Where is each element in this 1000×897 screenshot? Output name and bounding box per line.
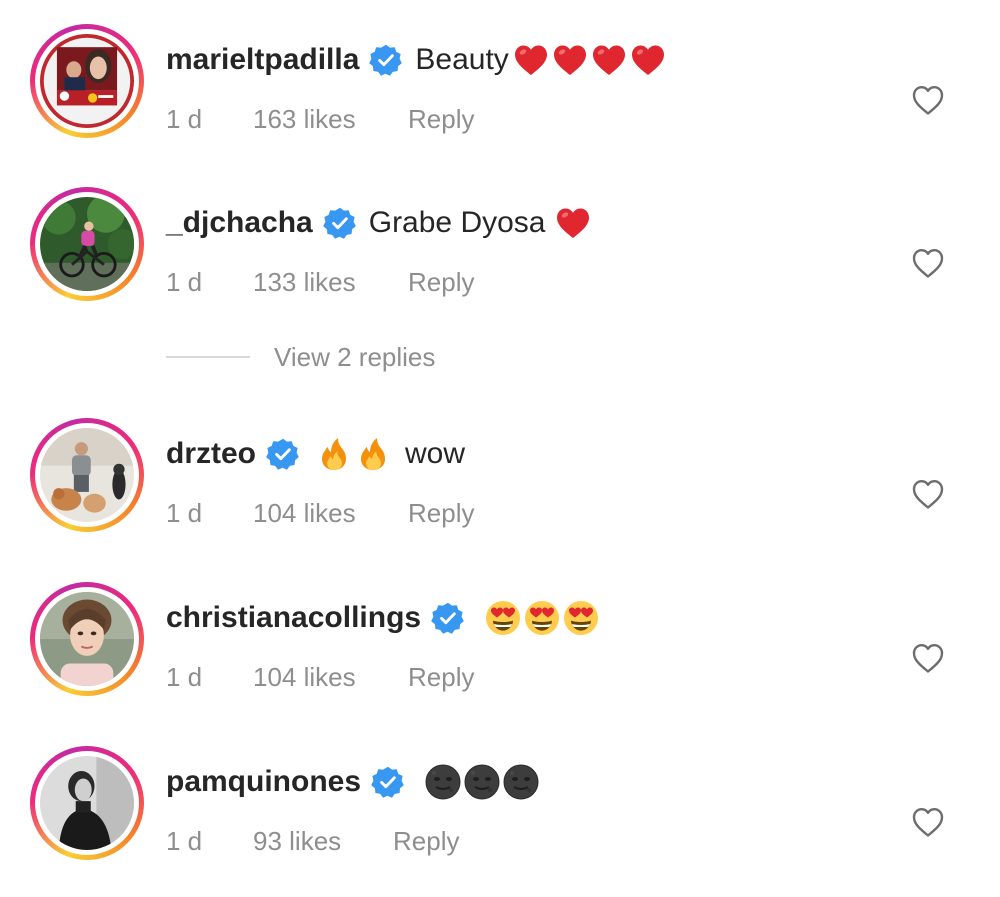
comment-username[interactable]: drzteo — [166, 436, 256, 472]
avatar[interactable] — [30, 24, 144, 138]
avatar[interactable] — [30, 746, 144, 860]
comment-text: Beauty — [415, 43, 509, 76]
fire-icon — [316, 436, 352, 472]
comment: marieltpadilla Beauty 1 d 163 likes Repl… — [0, 24, 1000, 154]
verified-badge-icon — [431, 601, 465, 635]
red-heart-icon — [513, 42, 549, 78]
comment: christianacollings 1 d 104 likes Reply — [0, 582, 1000, 712]
comment: drzteo wow 1 d 104 likes Reply — [0, 418, 1000, 548]
comment-likes[interactable]: 163 likes — [253, 104, 356, 134]
avatar-image — [40, 428, 134, 522]
reply-button[interactable]: Reply — [408, 104, 474, 134]
comment: _djchacha Grabe Dyosa 1 d 133 likes Repl… — [0, 187, 1000, 317]
comment-likes[interactable]: 104 likes — [253, 662, 356, 692]
comment-text: Grabe Dyosa — [368, 206, 546, 239]
avatar[interactable] — [30, 418, 144, 532]
comment-time: 1 d — [166, 826, 203, 856]
comment-username[interactable]: pamquinones — [166, 764, 361, 800]
heart-eyes-icon — [563, 600, 599, 636]
comment: pamquinones 1 d 93 likes Reply — [0, 746, 1000, 876]
new-moon-face-icon — [464, 764, 500, 800]
avatar[interactable] — [30, 582, 144, 696]
comment-emojis — [513, 42, 666, 78]
verified-badge-icon — [371, 765, 405, 799]
verified-badge-icon — [322, 206, 357, 240]
reply-button[interactable]: Reply — [408, 267, 474, 297]
avatar-image — [40, 756, 134, 850]
comment-list: marieltpadilla Beauty 1 d 163 likes Repl… — [0, 0, 1000, 897]
like-heart-icon[interactable] — [911, 806, 945, 838]
comment-time: 1 d — [166, 104, 203, 134]
comment-username[interactable]: _djchacha — [166, 205, 313, 241]
avatar-image — [40, 592, 134, 686]
reply-button[interactable]: Reply — [408, 662, 474, 692]
comment-time: 1 d — [166, 267, 203, 297]
comment-emojis — [425, 764, 539, 800]
comment-likes[interactable]: 133 likes — [253, 267, 356, 297]
like-heart-icon[interactable] — [911, 642, 945, 674]
comment-text: wow — [405, 437, 466, 470]
comment-likes[interactable]: 104 likes — [253, 498, 356, 528]
fire-icon — [355, 436, 391, 472]
reply-button[interactable]: Reply — [393, 826, 459, 856]
comment-likes[interactable]: 93 likes — [253, 826, 341, 856]
heart-eyes-icon — [485, 600, 521, 636]
comment-username[interactable]: marieltpadilla — [166, 42, 359, 78]
like-heart-icon[interactable] — [911, 247, 945, 279]
comment-time: 1 d — [166, 662, 203, 692]
verified-badge-icon — [369, 43, 403, 77]
like-heart-icon[interactable] — [911, 84, 945, 116]
heart-eyes-icon — [524, 600, 560, 636]
reply-button[interactable]: Reply — [408, 498, 474, 528]
view-replies-label: View 2 replies — [274, 341, 436, 372]
red-heart-icon — [555, 205, 591, 241]
red-heart-icon — [552, 42, 588, 78]
avatar-image — [40, 197, 134, 291]
red-heart-icon — [630, 42, 666, 78]
avatar-image — [40, 34, 134, 128]
view-replies-button[interactable]: View 2 replies — [166, 340, 435, 374]
red-heart-icon — [591, 42, 627, 78]
verified-badge-icon — [266, 437, 300, 471]
divider-line — [166, 356, 250, 358]
new-moon-face-icon — [425, 764, 461, 800]
comment-emojis — [316, 436, 391, 472]
avatar[interactable] — [30, 187, 144, 301]
comment-emojis — [485, 600, 599, 636]
comment-emojis — [555, 205, 591, 241]
comment-time: 1 d — [166, 498, 203, 528]
comment-username[interactable]: christianacollings — [166, 600, 421, 636]
new-moon-face-icon — [503, 764, 539, 800]
like-heart-icon[interactable] — [911, 478, 945, 510]
